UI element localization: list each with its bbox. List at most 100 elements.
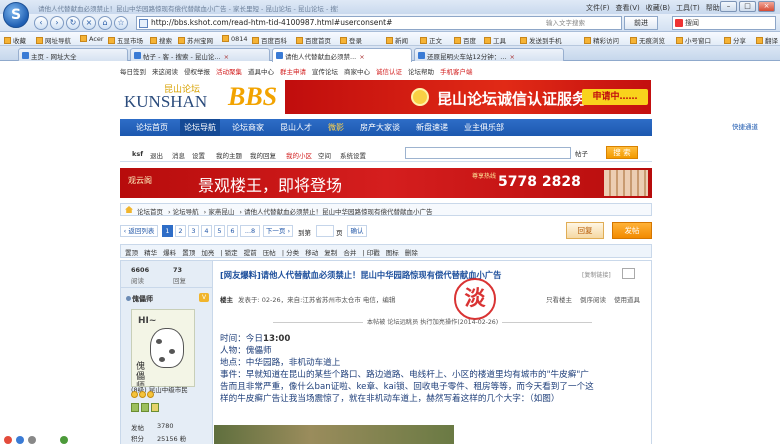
nav-talents[interactable]: 昆山人才 xyxy=(280,119,312,136)
page-2[interactable]: 2 xyxy=(175,225,186,237)
page-6[interactable]: 6 xyxy=(227,225,238,237)
use-props-link[interactable]: 使用道具 xyxy=(614,294,640,304)
settings-link[interactable]: 设置 xyxy=(192,150,205,160)
share-icon[interactable] xyxy=(622,268,635,279)
fav-item[interactable]: 百度首页 xyxy=(296,35,331,45)
status-icon[interactable] xyxy=(28,436,36,444)
crumb-board[interactable]: 家燕昆山 xyxy=(208,208,234,216)
fav-item[interactable]: 新闻 xyxy=(386,35,408,45)
mod-copy[interactable]: 复制 xyxy=(324,249,337,257)
menu-file[interactable]: 文件(F) xyxy=(586,4,610,12)
refresh-icon[interactable]: ↻ xyxy=(66,16,80,30)
link-events[interactable]: 活动聚集 xyxy=(216,68,242,76)
mod-stamp[interactable]: 印戳 xyxy=(367,249,380,257)
close-window-button[interactable]: × xyxy=(758,1,775,12)
reply-button[interactable]: 回复 xyxy=(566,222,604,239)
page-1[interactable]: 1 xyxy=(162,225,173,237)
mod-icon[interactable]: 图标 xyxy=(386,249,399,257)
link-report[interactable]: 侵权举报 xyxy=(184,68,210,76)
page-4[interactable]: 4 xyxy=(201,225,212,237)
stop-icon[interactable]: × xyxy=(82,16,96,30)
fav-item[interactable]: 工具 xyxy=(484,35,506,45)
nav-weiying[interactable]: 微影 xyxy=(328,119,344,136)
nav-forum-home[interactable]: 论坛首页 xyxy=(136,119,168,136)
minimize-button[interactable]: – xyxy=(720,1,737,12)
fav-item[interactable]: 百度百科 xyxy=(252,35,287,45)
fav-item[interactable]: 翻译 xyxy=(756,35,778,45)
fav-item[interactable]: 网址导航 xyxy=(36,35,71,45)
fav-item[interactable]: 无痕浏览 xyxy=(630,35,665,45)
tab-close-icon[interactable]: × xyxy=(359,53,364,61)
fav-item[interactable]: Acer xyxy=(80,35,104,43)
new-post-button[interactable]: 发帖 xyxy=(612,222,652,239)
home-icon[interactable]: ⌂ xyxy=(98,16,112,30)
link-verify[interactable]: 诚信认证 xyxy=(376,68,402,76)
fav-item[interactable]: 分享 xyxy=(724,35,746,45)
avatar[interactable]: HI~ 傀儡师 xyxy=(131,309,195,387)
fav-item[interactable]: 0814 xyxy=(222,35,248,43)
mod-merge[interactable]: 合并 xyxy=(343,249,356,257)
verify-service-banner[interactable]: 昆山论坛诚信认证服务 申请中…… xyxy=(285,80,651,114)
mod-pin[interactable]: 置顶 xyxy=(125,249,138,257)
mod-sink[interactable]: 压帖 xyxy=(263,249,276,257)
link-checkin[interactable]: 每日签到 xyxy=(120,68,146,76)
mod-bump[interactable]: 提前 xyxy=(244,249,257,257)
nav-forum-guide[interactable]: 论坛导航 xyxy=(180,119,220,136)
crumb-forum-guide[interactable]: 论坛导航 xyxy=(173,208,199,216)
fav-item[interactable]: 小号窗口 xyxy=(676,35,711,45)
forward-icon[interactable]: › xyxy=(50,16,64,30)
status-icon[interactable] xyxy=(4,436,12,444)
fav-item[interactable]: 搜索 xyxy=(150,35,172,45)
link-promote[interactable]: 宣传论坛 xyxy=(312,68,338,76)
tab-close-icon[interactable]: × xyxy=(509,53,514,61)
tab-close-icon[interactable]: × xyxy=(224,53,229,61)
mod-lock[interactable]: 锁定 xyxy=(225,249,238,257)
fav-item[interactable]: 正文 xyxy=(420,35,442,45)
logout-link[interactable]: 退出 xyxy=(150,150,163,160)
only-op-link[interactable]: 只看楼主 xyxy=(546,294,572,304)
home-icon[interactable] xyxy=(125,206,133,213)
fav-item[interactable]: 苏州宝网 xyxy=(178,35,213,45)
next-page-button[interactable]: 下一页 › xyxy=(263,225,293,237)
browser-logo-icon[interactable]: S xyxy=(3,2,29,28)
page-5[interactable]: 5 xyxy=(214,225,225,237)
link-help[interactable]: 论坛帮助 xyxy=(408,68,434,76)
goto-page-input[interactable] xyxy=(316,225,334,237)
nav-new-homes[interactable]: 新盘速递 xyxy=(416,119,448,136)
space-link[interactable]: 空间 xyxy=(318,150,331,160)
mod-move[interactable]: 移动 xyxy=(305,249,318,257)
search-input[interactable]: 搜闻 xyxy=(672,16,776,30)
star-icon[interactable]: ☆ xyxy=(114,16,128,30)
tab-current[interactable]: 请他人代替献血必须禁... × xyxy=(272,48,412,62)
tab-news[interactable]: 还原昆明火车站12分钟：... × xyxy=(414,48,564,61)
link-props[interactable]: 道具中心 xyxy=(248,68,274,76)
fav-item[interactable]: 登录 xyxy=(340,35,362,45)
page-last[interactable]: ...8 xyxy=(240,225,260,237)
fav-item[interactable]: 五显市场 xyxy=(108,35,143,45)
menu-favorites[interactable]: 收藏(B) xyxy=(646,4,670,12)
forum-search-button[interactable]: 搜 索 xyxy=(606,146,638,159)
tab-home[interactable]: 主页 - 网址大全 xyxy=(18,48,128,61)
back-to-list-button[interactable]: ‹ 返回列表 xyxy=(120,225,158,237)
mod-pin-2[interactable]: 置顶 xyxy=(182,249,195,257)
system-settings-link[interactable]: 系统设置 xyxy=(340,150,366,160)
post-photo[interactable] xyxy=(214,425,454,444)
forum-search-input[interactable] xyxy=(405,147,571,159)
copy-link-button[interactable]: [复制链接] xyxy=(582,270,611,279)
my-community-link[interactable]: 我的小区 xyxy=(286,150,312,160)
messages-link[interactable]: 消息 xyxy=(172,150,185,160)
status-icon[interactable] xyxy=(16,436,24,444)
nav-merchants[interactable]: 论坛商家 xyxy=(232,119,264,136)
my-replies-link[interactable]: 我的回复 xyxy=(250,150,276,160)
fav-item[interactable]: 发送到手机 xyxy=(520,35,562,45)
link-mobile-app[interactable]: 手机客户端 xyxy=(440,68,473,76)
mod-highlight[interactable]: 加亮 xyxy=(201,249,214,257)
url-input[interactable]: http://bbs.kshot.com/read-htm-tid-410098… xyxy=(136,16,622,30)
fav-item[interactable]: 收藏 xyxy=(4,35,26,45)
quick-access-button[interactable]: 快捷通道 xyxy=(722,122,768,133)
mod-digest[interactable]: 精华 xyxy=(144,249,157,257)
mod-delete[interactable]: 删除 xyxy=(405,249,418,257)
link-merchant[interactable]: 商家中心 xyxy=(344,68,370,76)
go-button[interactable]: 前进 xyxy=(624,16,658,30)
real-estate-banner[interactable]: 观云阁 景观楼王，即将登场 尊享热线 5778 2828 xyxy=(120,168,652,198)
